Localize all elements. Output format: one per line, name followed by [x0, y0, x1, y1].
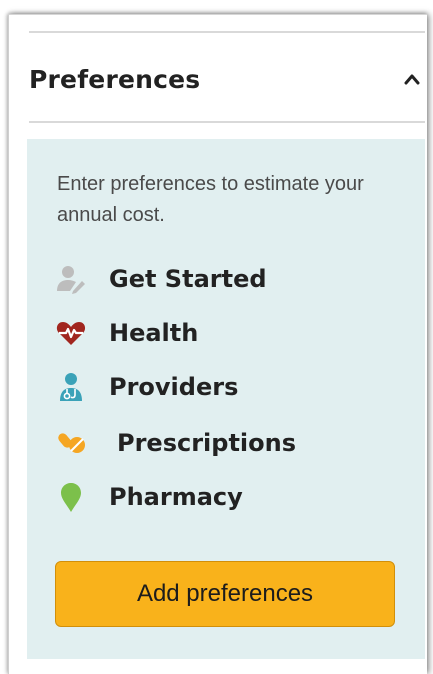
item-label: Health [109, 319, 199, 347]
list-item-providers[interactable]: Providers [55, 367, 395, 407]
doctor-icon [55, 371, 87, 403]
list-item-health[interactable]: Health [55, 313, 395, 353]
list-item-prescriptions[interactable]: Prescriptions [55, 423, 395, 463]
item-label: Prescriptions [117, 429, 297, 457]
add-preferences-button[interactable]: Add preferences [55, 561, 395, 627]
preferences-content: Enter preferences to estimate your annua… [27, 139, 425, 659]
chevron-up-icon[interactable] [399, 66, 425, 92]
list-item-pharmacy[interactable]: Pharmacy [55, 477, 395, 517]
description-text: Enter preferences to estimate your annua… [57, 173, 364, 226]
map-pin-icon [55, 481, 87, 513]
list-item-get-started[interactable]: Get Started [55, 259, 395, 299]
user-edit-icon [55, 263, 87, 295]
panel-title: Preferences [29, 64, 201, 94]
top-divider [29, 31, 425, 33]
heart-pulse-icon [55, 317, 87, 349]
pills-icon [55, 427, 87, 459]
preferences-panel: Preferences Enter preferences to estimat… [8, 14, 427, 674]
item-label: Providers [109, 373, 239, 401]
item-label: Pharmacy [109, 483, 243, 511]
preferences-header[interactable]: Preferences [29, 57, 425, 101]
item-label: Get Started [109, 265, 267, 293]
header-divider [29, 121, 425, 123]
